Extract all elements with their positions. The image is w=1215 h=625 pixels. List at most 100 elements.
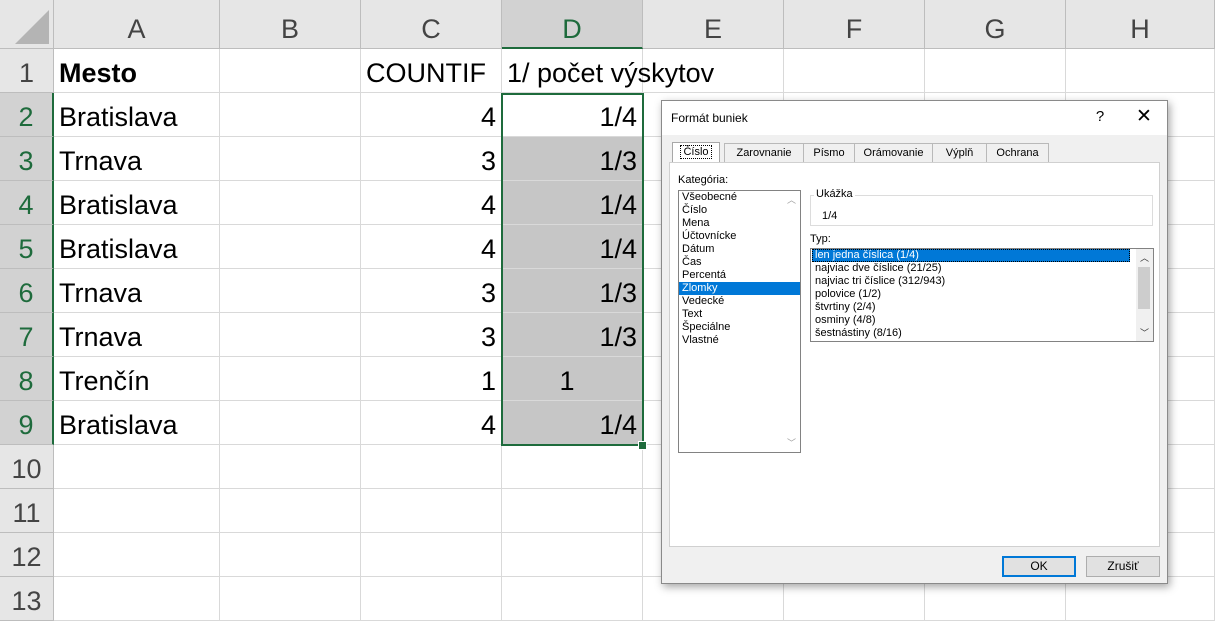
empty-cell[interactable] [502, 577, 643, 621]
cell-c2[interactable]: 4 [361, 93, 502, 137]
cell-d1[interactable]: 1/ počet výskytov [502, 49, 714, 93]
cell-b4[interactable] [220, 181, 361, 225]
select-all-corner[interactable] [0, 0, 54, 49]
cell-a3[interactable]: Trnava [54, 137, 220, 181]
category-item[interactable]: Vedecké [679, 295, 800, 308]
cell-a5[interactable]: Bratislava [54, 225, 220, 269]
cell-a2[interactable]: Bratislava [54, 93, 220, 137]
cell-c6[interactable]: 3 [361, 269, 502, 313]
chevron-up-icon[interactable]: ︿ [787, 193, 796, 206]
category-item-selected[interactable]: Zlomky [679, 282, 800, 295]
cell-d2[interactable]: 1/4 [502, 93, 643, 137]
row-header-7[interactable]: 7 [0, 313, 54, 357]
type-item-selected[interactable]: len jedna číslica (1/4) [812, 249, 1130, 262]
cell-c8[interactable]: 1 [361, 357, 502, 401]
cell-a9[interactable]: Bratislava [54, 401, 220, 445]
category-item[interactable]: Vlastné [679, 334, 800, 347]
cell-b8[interactable] [220, 357, 361, 401]
row-header-12[interactable]: 12 [0, 533, 54, 577]
cell-a4[interactable]: Bratislava [54, 181, 220, 225]
cell-d7[interactable]: 1/3 [502, 313, 643, 357]
empty-cell[interactable] [54, 489, 220, 533]
empty-cell[interactable] [54, 533, 220, 577]
row-header-9[interactable]: 9 [0, 401, 54, 445]
type-item[interactable]: štvrtiny (2/4) [812, 301, 1130, 314]
empty-cell[interactable] [643, 49, 784, 93]
cell-b5[interactable] [220, 225, 361, 269]
category-item[interactable]: Účtovnícke [679, 230, 800, 243]
empty-cell[interactable] [361, 533, 502, 577]
chevron-down-icon[interactable]: ﹀ [787, 436, 796, 449]
cell-c9[interactable]: 4 [361, 401, 502, 445]
cell-a1[interactable]: Mesto [54, 49, 220, 93]
cell-d9[interactable]: 1/4 [502, 401, 643, 445]
empty-cell[interactable] [220, 489, 361, 533]
category-item[interactable]: Špeciálne [679, 321, 800, 334]
column-header-b[interactable]: B [220, 0, 361, 49]
empty-cell[interactable] [361, 445, 502, 489]
cell-b7[interactable] [220, 313, 361, 357]
cell-d3[interactable]: 1/3 [502, 137, 643, 181]
tab-alignment[interactable]: Zarovnanie [724, 143, 804, 162]
chevron-up-icon[interactable]: ︿ [1140, 251, 1149, 264]
category-item[interactable]: Percentá [679, 269, 800, 282]
cell-b9[interactable] [220, 401, 361, 445]
cell-a8[interactable]: Trenčín [54, 357, 220, 401]
empty-cell[interactable] [220, 533, 361, 577]
type-item[interactable]: osminy (4/8) [812, 314, 1130, 327]
type-list[interactable]: len jedna číslica (1/4) najviac dve čísl… [810, 248, 1154, 342]
fill-handle[interactable] [638, 441, 647, 450]
row-header-13[interactable]: 13 [0, 577, 54, 621]
row-header-5[interactable]: 5 [0, 225, 54, 269]
empty-cell[interactable] [220, 445, 361, 489]
empty-cell[interactable] [502, 533, 643, 577]
tab-border[interactable]: Orámovanie [854, 143, 933, 162]
cancel-button[interactable]: Zrušiť [1086, 556, 1160, 577]
type-item[interactable]: šestnástiny (8/16) [812, 327, 1130, 340]
empty-cell[interactable] [54, 577, 220, 621]
empty-cell[interactable] [502, 445, 643, 489]
empty-cell[interactable] [361, 489, 502, 533]
cell-a7[interactable]: Trnava [54, 313, 220, 357]
cell-d4[interactable]: 1/4 [502, 181, 643, 225]
column-header-e[interactable]: E [643, 0, 784, 49]
cell-d8[interactable]: 1 [502, 357, 643, 401]
close-icon[interactable]: ✕ [1134, 105, 1154, 128]
column-header-f[interactable]: F [784, 0, 925, 49]
cell-a6[interactable]: Trnava [54, 269, 220, 313]
column-header-h[interactable]: H [1066, 0, 1215, 49]
cell-d6[interactable]: 1/3 [502, 269, 643, 313]
scrollbar-thumb[interactable] [1138, 267, 1150, 309]
cell-c1[interactable]: COUNTIF [361, 49, 502, 93]
type-item[interactable]: polovice (1/2) [812, 288, 1130, 301]
column-header-g[interactable]: G [925, 0, 1066, 49]
row-header-11[interactable]: 11 [0, 489, 54, 533]
category-item[interactable]: Čas [679, 256, 800, 269]
column-header-a[interactable]: A [54, 0, 220, 49]
type-item[interactable]: najviac dve číslice (21/25) [812, 262, 1130, 275]
category-item[interactable]: Všeobecné [679, 191, 800, 204]
cell-b3[interactable] [220, 137, 361, 181]
ok-button[interactable]: OK [1002, 556, 1076, 577]
type-scrollbar[interactable]: ︿ ﹀ [1136, 249, 1153, 341]
cell-b2[interactable] [220, 93, 361, 137]
empty-cell[interactable] [220, 577, 361, 621]
category-item[interactable]: Číslo [679, 204, 800, 217]
row-header-4[interactable]: 4 [0, 181, 54, 225]
row-header-8[interactable]: 8 [0, 357, 54, 401]
tab-number[interactable]: Číslo [672, 142, 720, 163]
dialog-titlebar[interactable]: Formát buniek ? ✕ [662, 101, 1167, 135]
category-item[interactable]: Dátum [679, 243, 800, 256]
cell-b6[interactable] [220, 269, 361, 313]
row-header-1[interactable]: 1 [0, 49, 54, 93]
empty-cell[interactable] [361, 577, 502, 621]
tab-fill[interactable]: Výplň [932, 143, 987, 162]
cell-c7[interactable]: 3 [361, 313, 502, 357]
empty-cell[interactable] [925, 49, 1066, 93]
column-header-d[interactable]: D [502, 0, 643, 49]
row-header-2[interactable]: 2 [0, 93, 54, 137]
help-icon[interactable]: ? [1092, 108, 1108, 125]
empty-cell[interactable] [502, 489, 643, 533]
empty-cell[interactable] [54, 445, 220, 489]
category-item[interactable]: Mena [679, 217, 800, 230]
